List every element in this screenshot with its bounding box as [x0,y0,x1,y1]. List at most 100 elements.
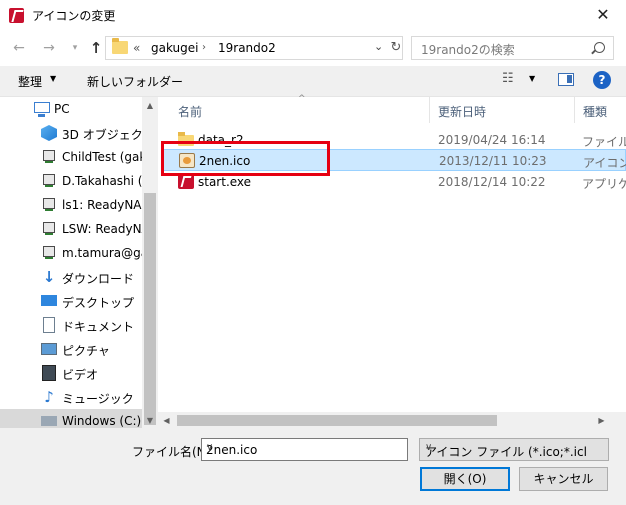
breadcrumb-19rando2[interactable]: 19rando2 [218,41,276,55]
filename-chevron-down-icon[interactable]: ∨ [206,442,403,453]
column-header-date[interactable]: 更新日時 [430,97,575,123]
pictures-icon [41,343,57,355]
videos-icon [42,365,56,381]
filetype-select[interactable]: アイコン ファイル (*.ico;*.icl;*.exe;*.dll) ∨ [419,438,609,461]
nav-item-videos[interactable]: ビデオ [0,361,142,385]
nav-item-label: ChildTest (gaku [62,150,142,164]
scrollbar-corner [610,412,626,429]
documents-icon [43,317,55,333]
nav-item-windows-c[interactable]: Windows (C:) [0,409,142,429]
exe-file-icon [178,174,194,189]
nav-item-label: デスクトップ [62,296,135,310]
column-header-label: 名前 [178,105,203,119]
nav-item-dtakahashi[interactable]: D.Takahashi (g [0,169,142,193]
network-drive-icon [41,245,57,261]
navigation-bar: ← → ▾ ↑ « gakugei › 19rando2 ⌄ ↻ 19rando… [0,30,626,66]
file-list-horizontal-scrollbar[interactable]: ◀ ▶ [158,412,610,429]
nav-item-mtamura[interactable]: m.tamura@gak [0,241,142,265]
scroll-right-icon[interactable]: ▶ [593,412,610,429]
file-type: ファイル フォルダー [582,135,626,149]
nav-item-label: ダウンロード [62,272,135,286]
organize-chevron-down-icon[interactable]: ▼ [50,74,56,83]
new-folder-button[interactable]: 新しいフォルダー [87,73,183,90]
navigation-pane: PC 3D オブジェクト ChildTest (gaku D.Takahashi… [0,97,142,429]
content-area: PC 3D オブジェクト ChildTest (gaku D.Takahashi… [0,94,626,429]
annotation-highlight-box [161,141,330,176]
scrollbar-thumb[interactable] [177,415,497,426]
nav-item-label: LSW: ReadyNA [62,222,142,236]
title-bar: アイコンの変更 ✕ [0,0,626,30]
cancel-button[interactable]: キャンセル [519,467,608,491]
file-name: start.exe [198,175,252,189]
network-drive-icon [41,149,57,165]
view-options-icon[interactable]: ☷ [502,71,520,87]
view-options-chevron-down-icon[interactable]: ▼ [529,74,535,83]
app-icon [9,8,24,23]
network-drive-icon [41,221,57,237]
search-input[interactable]: 19rando2の検索 [411,36,614,60]
scroll-up-icon[interactable]: ▲ [142,97,158,114]
music-icon: ♪ [44,388,54,406]
3d-objects-icon [41,125,57,141]
drive-icon [41,416,57,426]
close-button[interactable]: ✕ [580,0,626,30]
address-history-chevron-down-icon[interactable]: ⌄ [374,40,383,53]
refresh-icon[interactable]: ↻ [388,37,404,59]
nav-item-pc[interactable]: PC [0,97,142,121]
command-toolbar: 整理 ▼ 新しいフォルダー ☷ ▼ ? [0,66,626,96]
filetype-chevron-down-icon[interactable]: ∨ [425,442,603,453]
nav-item-label: ミュージック [62,392,134,406]
file-type: アプリケーション [582,177,626,191]
folder-icon [112,38,128,54]
navigation-pane-scrollbar[interactable]: ▲ ▼ [142,97,158,429]
download-icon: ↓ [42,268,56,286]
nav-item-ls1[interactable]: ls1: ReadyNAS [0,193,142,217]
help-icon[interactable]: ? [593,71,611,89]
organize-button[interactable]: 整理 [18,73,42,90]
file-list: ^ 名前 更新日時 種類 data_r2 2019/04/24 16:14 ファ… [158,94,626,429]
file-type: アイコン [583,156,626,170]
column-header-label: 更新日時 [438,105,487,119]
network-drive-icon [41,173,57,189]
scrollbar-thumb[interactable] [144,193,156,425]
search-placeholder: 19rando2の検索 [421,43,515,57]
column-header-name[interactable]: 名前 [158,97,430,123]
nav-item-label: ls1: ReadyNAS [62,198,142,212]
nav-item-label: Windows (C:) [62,414,142,428]
breadcrumb-separator-icon[interactable]: › [202,42,206,53]
file-date: 2019/04/24 16:14 [438,133,546,147]
back-button[interactable]: ← [10,39,28,57]
dialog-footer: ファイル名(N): 2nen.ico ∨ アイコン ファイル (*.ico;*.… [0,428,626,505]
window-title: アイコンの変更 [32,9,116,23]
up-folder-button[interactable]: ↑ [87,39,105,57]
nav-item-label: 3D オブジェクト [62,128,142,142]
nav-item-desktop[interactable]: デスクトップ [0,289,142,313]
breadcrumb-overflow[interactable]: « [133,41,140,55]
scroll-left-icon[interactable]: ◀ [158,412,175,429]
address-bar[interactable]: « gakugei › 19rando2 ⌄ ↻ [105,36,403,60]
pc-icon [34,102,50,117]
nav-item-3d-objects[interactable]: 3D オブジェクト [0,121,142,145]
forward-button[interactable]: → [40,39,58,57]
nav-item-documents[interactable]: ドキュメント [0,313,142,337]
nav-item-label: ドキュメント [62,320,135,334]
column-header-type[interactable]: 種類 [575,97,626,123]
nav-item-lsw[interactable]: LSW: ReadyNA [0,217,142,241]
file-date: 2013/12/11 10:23 [439,154,547,168]
recent-locations-chevron-down-icon[interactable]: ▾ [66,39,84,57]
breadcrumb-gakugei[interactable]: gakugei [151,41,199,55]
preview-pane-icon[interactable] [558,73,574,86]
search-icon[interactable] [594,42,605,53]
nav-item-label: D.Takahashi (g [62,174,142,188]
nav-item-music[interactable]: ♪ ミュージック [0,385,142,409]
nav-item-pictures[interactable]: ピクチャ [0,337,142,361]
open-button[interactable]: 開く(O) [420,467,510,491]
nav-item-label: PC [54,102,70,116]
nav-item-childtest[interactable]: ChildTest (gaku [0,145,142,169]
column-header-label: 種類 [583,105,608,119]
network-drive-icon [41,197,57,213]
scroll-down-icon[interactable]: ▼ [142,412,158,429]
nav-item-label: m.tamura@gak [62,246,142,260]
filename-input[interactable]: 2nen.ico ∨ [201,438,408,461]
nav-item-downloads[interactable]: ↓ ダウンロード [0,265,142,289]
